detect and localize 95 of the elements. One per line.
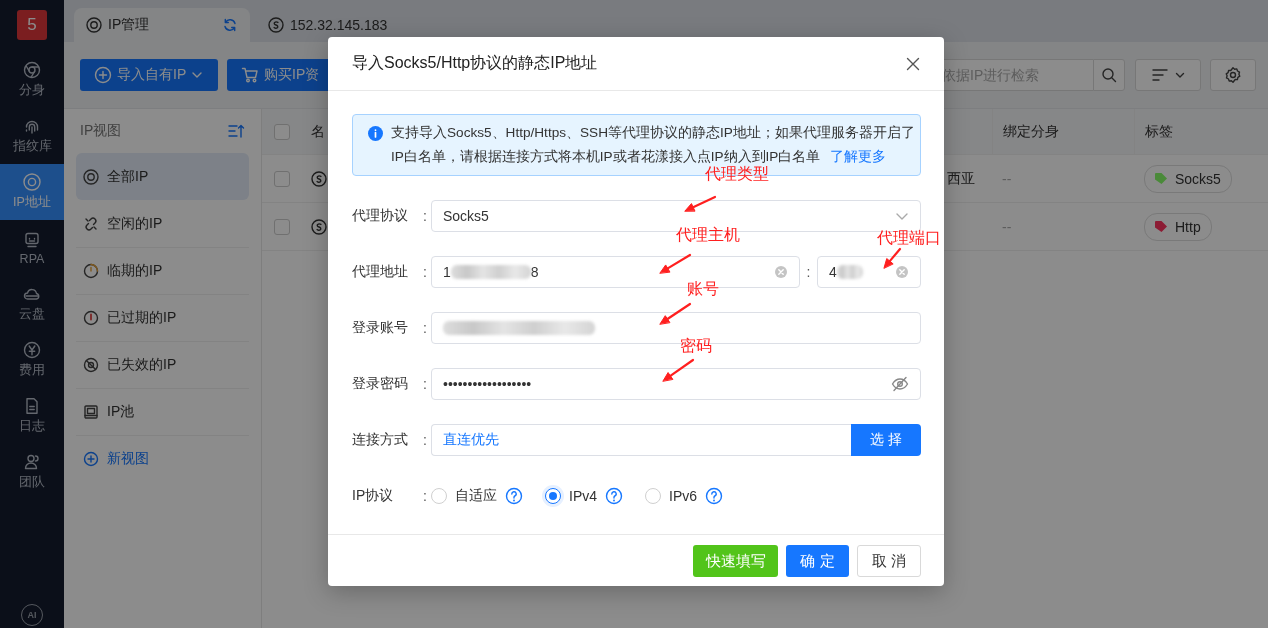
clear-icon [774,265,788,279]
separator: : [805,264,812,280]
sidebar-item[interactable]: 分身 [0,52,64,108]
select-button[interactable]: 选 择 [851,424,921,456]
blurred-text [836,265,863,279]
checkbox[interactable] [274,170,290,187]
sidebar-item[interactable]: 指纹库 [0,108,64,164]
field-label: 连接方式 [352,431,409,449]
broken-link-icon [83,216,99,232]
column-header: 绑定分身 [992,109,1134,154]
annotation-label: 代理类型 [705,164,769,184]
sidebar-item[interactable]: 费用 [0,332,64,388]
plus-circle-icon [94,66,112,84]
learn-more-link[interactable]: 了解更多 [830,149,887,164]
info-icon [368,126,383,141]
help-icon [705,487,724,505]
circle-dot-icon [86,17,102,33]
settings-button[interactable] [1210,59,1256,91]
sidebar-item[interactable]: 云盘 [0,276,64,332]
radio-label[interactable]: IPv6 [669,488,698,504]
quick-fill-button[interactable]: 快速填写 [693,545,778,577]
radio-label[interactable]: 自适应 [455,487,497,505]
separator: : [423,432,428,448]
circle-dot-icon [83,169,99,185]
import-button[interactable]: 导入自有IP [80,59,218,91]
sidebar-item[interactable]: 团队 [0,444,64,500]
coin-icon [311,170,327,187]
table-cell-text: -- [1001,217,1013,237]
sidebar-item[interactable]: RPA [0,220,64,276]
users-icon [23,453,41,471]
field-label: 登录账号 [352,319,409,337]
document-icon [23,397,41,415]
clear-icon [895,265,909,279]
separator: : [423,376,428,392]
table-cell-text: -- [1001,169,1013,189]
view-item[interactable]: 临期的IP [76,247,249,294]
checkbox[interactable] [274,218,290,235]
chevron-down-icon [1175,70,1185,80]
lines-icon [1151,67,1169,83]
port-field[interactable]: 4 [817,256,921,288]
view-item[interactable]: 已过期的IP [76,294,249,341]
tag[interactable]: Socks5 [1144,164,1232,193]
help-icon [505,487,523,505]
separator: : [423,320,428,336]
tab[interactable]: IP管理 [74,8,250,42]
eye-off-icon [891,376,909,392]
sort-button[interactable] [1135,59,1201,91]
blocked-icon [83,357,99,373]
sidebar-item[interactable]: IP地址 [0,164,64,220]
radio-button[interactable] [545,488,561,504]
new-view-link[interactable]: 新视图 [76,435,249,482]
tag[interactable]: Http [1144,212,1212,241]
alert-icon [83,310,99,326]
separator: : [423,208,428,224]
view-item[interactable]: 全部IP [76,153,249,200]
sidebar-item[interactable]: 日志 [0,388,64,444]
search-button[interactable] [1093,59,1125,91]
coin-icon [311,218,327,235]
notice-text: 支持导入Socks5、Http/Https、SSH等代理协议的静态IP地址；如果代理服务器开启了IP白名单，请根据连接方式将本机IP或者花漾接入点IP纳入到IP白名单 了解更多 [391,124,916,166]
refresh-icon [222,17,238,33]
sort-icon [227,123,245,139]
separator: : [423,264,428,280]
field-label: 代理协议 [352,207,409,225]
coin-icon [268,17,284,33]
field-label: 登录密码 [352,375,409,393]
app-logo[interactable]: 5 [17,10,47,40]
table-cell-text: 西亚 [946,168,976,188]
column-header: 名 [311,122,325,141]
help-icon [605,487,623,505]
annotation-label: 密码 [680,336,712,356]
clock-icon [83,263,99,279]
browser-icon [23,61,41,79]
plus-circle-icon [83,451,99,467]
checkbox[interactable] [274,123,290,140]
password-field[interactable]: •••••••••••••••••• [431,368,921,400]
search-icon [1101,67,1117,83]
view-item[interactable]: 已失效的IP [76,341,249,388]
robot-icon [23,230,41,249]
pool-icon [83,404,99,420]
connection-field[interactable]: 直连优先 [431,424,851,456]
view-item[interactable]: IP池 [76,388,249,435]
confirm-button[interactable]: 确 定 [786,545,849,577]
cancel-button[interactable]: 取 消 [857,545,921,577]
column-header: 标签 [1134,109,1268,154]
cart-icon [241,66,259,84]
panel-title: IP视图 [80,122,122,140]
circle-dot-icon [23,173,41,191]
field-label: 代理地址 [352,263,409,281]
radio-label[interactable]: IPv4 [569,488,597,504]
field-label: IP协议 [352,487,395,505]
view-item[interactable]: 空闲的IP [76,200,249,247]
coin-icon [23,341,41,359]
separator: : [423,488,428,504]
close-icon [906,56,920,71]
settings-icon [1224,66,1242,84]
